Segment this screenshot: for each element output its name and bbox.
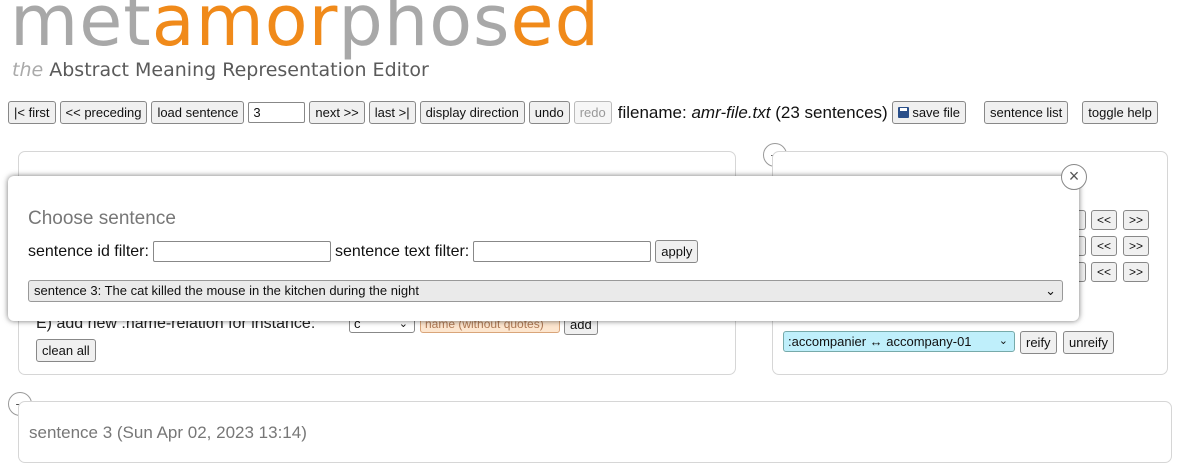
undo-button[interactable]: undo <box>528 101 570 124</box>
load-sentence-button[interactable]: load sentence <box>151 101 245 124</box>
subtitle-text: Abstract Meaning Representation Editor <box>49 59 429 81</box>
filename-label: filename: <box>617 102 687 122</box>
next-button[interactable]: >> <box>1123 262 1149 282</box>
modal-title: Choose sentence <box>28 208 176 229</box>
reify-select-value: :accompanier ↔ accompany-01 <box>788 334 972 349</box>
chevron-down-icon: ⌄ <box>1045 283 1056 298</box>
sentence-text-filter-input[interactable] <box>473 241 652 262</box>
chevron-down-icon: ⌄ <box>998 335 1008 347</box>
subtitle-the: the <box>12 59 44 81</box>
floppy-disk-icon <box>897 107 909 118</box>
prev-button[interactable]: << <box>1091 236 1117 256</box>
sentence-panel: sentence 3 (Sun Apr 02, 2023 13:14) <box>18 401 1172 463</box>
sentence-count: (23 sentences) <box>775 102 888 122</box>
unreify-button[interactable]: unreify <box>1063 331 1115 354</box>
logo-part: met <box>10 0 152 62</box>
save-file-label: save file <box>912 105 961 120</box>
first-button[interactable]: |< first <box>8 101 56 124</box>
preceding-button[interactable]: << preceding <box>59 101 148 124</box>
sentence-number-input[interactable]: 3 <box>248 102 306 123</box>
app-subtitle: the Abstract Meaning Representation Edit… <box>12 59 429 81</box>
main-toolbar: |< first << preceding load sentence 3 ne… <box>8 101 1162 124</box>
next-button[interactable]: >> <box>1123 236 1149 256</box>
sentence-select[interactable]: sentence 3: The cat killed the mouse in … <box>28 280 1063 302</box>
logo-part: amor <box>151 0 339 62</box>
filename-display: filename: amr-file.txt (23 sentences) <box>618 103 888 123</box>
apply-button[interactable]: apply <box>655 240 699 263</box>
sentence-id-filter-label: sentence id filter: <box>28 242 149 260</box>
prev-button[interactable]: << <box>1091 262 1117 282</box>
sentence-header: sentence 3 (Sun Apr 02, 2023 13:14) <box>29 423 307 442</box>
clean-all-button[interactable]: clean all <box>36 339 96 362</box>
display-direction-button[interactable]: display direction <box>419 101 525 124</box>
filename-value: amr-file.txt <box>691 102 771 122</box>
logo-part: ed <box>510 0 601 62</box>
choose-sentence-modal: × Choose sentence sentence id filter: se… <box>8 164 1087 321</box>
reify-select[interactable]: :accompanier ↔ accompany-01 ⌄ <box>783 331 1015 352</box>
next-button[interactable]: next >> <box>309 101 365 124</box>
save-file-button[interactable]: save file <box>891 101 967 124</box>
toggle-help-button[interactable]: toggle help <box>1082 101 1158 124</box>
last-button[interactable]: last >| <box>368 101 416 124</box>
filter-row: sentence id filter: sentence text filter… <box>28 240 702 263</box>
logo-part: phos <box>338 0 511 62</box>
sentence-select-value: sentence 3: The cat killed the mouse in … <box>34 283 419 298</box>
redo-button[interactable]: redo <box>573 101 612 124</box>
app-logo: metamorphosed <box>10 0 600 56</box>
reify-button[interactable]: reify <box>1020 331 1057 354</box>
sentence-list-button[interactable]: sentence list <box>984 101 1069 124</box>
sentence-text-filter-label: sentence text filter: <box>334 242 470 260</box>
next-button[interactable]: >> <box>1123 210 1149 230</box>
sentence-id-filter-input[interactable] <box>152 241 331 262</box>
prev-button[interactable]: << <box>1091 210 1117 230</box>
close-icon[interactable]: × <box>1061 164 1087 190</box>
